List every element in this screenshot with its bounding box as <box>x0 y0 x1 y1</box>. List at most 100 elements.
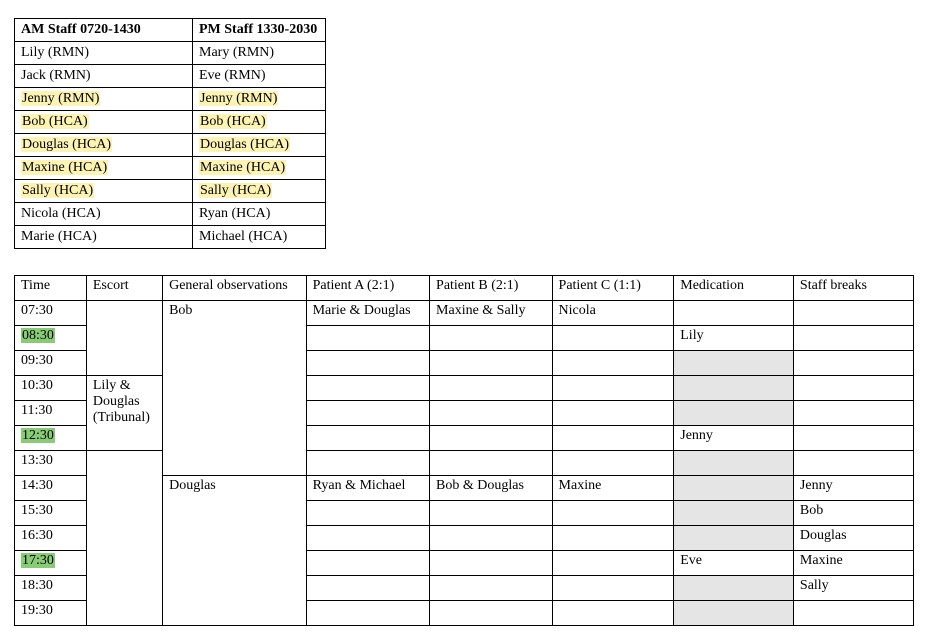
patient-a-cell <box>306 326 429 351</box>
am-header: AM Staff 0720-1430 <box>15 19 193 42</box>
am-cell: Sally (HCA) <box>15 180 193 203</box>
medication-cell <box>674 401 794 426</box>
patient-c-cell <box>552 526 674 551</box>
staff-row: Bob (HCA) Bob (HCA) <box>15 111 326 134</box>
col-general: General observations <box>163 276 307 301</box>
patient-b-cell <box>430 376 553 401</box>
patient-a-cell <box>306 601 429 626</box>
patient-a-cell <box>306 576 429 601</box>
general-observations-block: Bob <box>163 301 307 476</box>
escort-cell-blank <box>86 301 162 376</box>
col-patient-c: Patient C (1:1) <box>552 276 674 301</box>
am-cell: Bob (HCA) <box>15 111 193 134</box>
break-cell <box>793 376 913 401</box>
break-cell <box>793 601 913 626</box>
medication-cell: Jenny <box>674 426 794 451</box>
pm-cell: Michael (HCA) <box>193 226 326 249</box>
patient-a-cell <box>306 401 429 426</box>
patient-b-cell <box>430 501 553 526</box>
patient-b-cell <box>430 551 553 576</box>
patient-a-cell: Marie & Douglas <box>306 301 429 326</box>
pm-cell: Sally (HCA) <box>193 180 326 203</box>
patient-b-cell <box>430 601 553 626</box>
am-cell: Jenny (RMN) <box>15 88 193 111</box>
general-observations-block: Douglas <box>163 476 307 626</box>
time-cell: 17:30 <box>15 551 87 576</box>
patient-c-cell <box>552 451 674 476</box>
staff-row: Jenny (RMN) Jenny (RMN) <box>15 88 326 111</box>
medication-cell <box>674 526 794 551</box>
break-cell <box>793 301 913 326</box>
break-cell <box>793 326 913 351</box>
pm-cell: Eve (RMN) <box>193 65 326 88</box>
time-cell: 13:30 <box>15 451 87 476</box>
medication-cell: Eve <box>674 551 794 576</box>
medication-cell <box>674 501 794 526</box>
schedule-header-row: Time Escort General observations Patient… <box>15 276 914 301</box>
patient-c-cell: Maxine <box>552 476 674 501</box>
schedule-row: 10:30 Lily & Douglas (Tribunal) <box>15 376 914 401</box>
schedule-row: 07:30 Bob Marie & Douglas Maxine & Sally… <box>15 301 914 326</box>
patient-b-cell <box>430 576 553 601</box>
patient-b-cell <box>430 351 553 376</box>
patient-a-cell <box>306 376 429 401</box>
staff-row: Lily (RMN) Mary (RMN) <box>15 42 326 65</box>
schedule-table: Time Escort General observations Patient… <box>14 275 914 626</box>
patient-c-cell <box>552 426 674 451</box>
col-escort: Escort <box>86 276 162 301</box>
patient-a-cell <box>306 351 429 376</box>
break-cell: Jenny <box>793 476 913 501</box>
patient-a-cell <box>306 551 429 576</box>
patient-c-cell <box>552 551 674 576</box>
patient-c-cell <box>552 351 674 376</box>
medication-cell <box>674 301 794 326</box>
patient-b-cell <box>430 526 553 551</box>
time-cell: 10:30 <box>15 376 87 401</box>
patient-a-cell <box>306 426 429 451</box>
patient-c-cell <box>552 576 674 601</box>
time-cell: 11:30 <box>15 401 87 426</box>
staff-row: Jack (RMN) Eve (RMN) <box>15 65 326 88</box>
staff-header-row: AM Staff 0720-1430 PM Staff 1330-2030 <box>15 19 326 42</box>
medication-cell <box>674 351 794 376</box>
patient-c-cell <box>552 376 674 401</box>
pm-cell: Douglas (HCA) <box>193 134 326 157</box>
pm-cell: Maxine (HCA) <box>193 157 326 180</box>
medication-cell <box>674 376 794 401</box>
col-breaks: Staff breaks <box>793 276 913 301</box>
break-cell <box>793 426 913 451</box>
break-cell: Maxine <box>793 551 913 576</box>
am-cell: Jack (RMN) <box>15 65 193 88</box>
break-cell: Bob <box>793 501 913 526</box>
time-cell: 14:30 <box>15 476 87 501</box>
staff-row: Marie (HCA) Michael (HCA) <box>15 226 326 249</box>
pm-cell: Mary (RMN) <box>193 42 326 65</box>
patient-a-cell <box>306 451 429 476</box>
patient-c-cell <box>552 326 674 351</box>
pm-cell: Jenny (RMN) <box>193 88 326 111</box>
escort-cell-blank <box>86 451 162 626</box>
am-cell: Marie (HCA) <box>15 226 193 249</box>
patient-c-cell <box>552 401 674 426</box>
staff-row: Sally (HCA) Sally (HCA) <box>15 180 326 203</box>
col-patient-b: Patient B (2:1) <box>430 276 553 301</box>
medication-cell: Lily <box>674 326 794 351</box>
patient-b-cell <box>430 451 553 476</box>
time-cell: 09:30 <box>15 351 87 376</box>
col-medication: Medication <box>674 276 794 301</box>
time-cell: 07:30 <box>15 301 87 326</box>
time-cell: 15:30 <box>15 501 87 526</box>
pm-cell: Ryan (HCA) <box>193 203 326 226</box>
staff-row: Nicola (HCA) Ryan (HCA) <box>15 203 326 226</box>
patient-c-cell: Nicola <box>552 301 674 326</box>
schedule-row: 13:30 <box>15 451 914 476</box>
break-cell: Douglas <box>793 526 913 551</box>
medication-cell <box>674 601 794 626</box>
patient-b-cell: Maxine & Sally <box>430 301 553 326</box>
medication-cell <box>674 576 794 601</box>
am-cell: Lily (RMN) <box>15 42 193 65</box>
staff-table: AM Staff 0720-1430 PM Staff 1330-2030 Li… <box>14 18 326 249</box>
patient-b-cell: Bob & Douglas <box>430 476 553 501</box>
break-cell <box>793 451 913 476</box>
time-cell: 16:30 <box>15 526 87 551</box>
